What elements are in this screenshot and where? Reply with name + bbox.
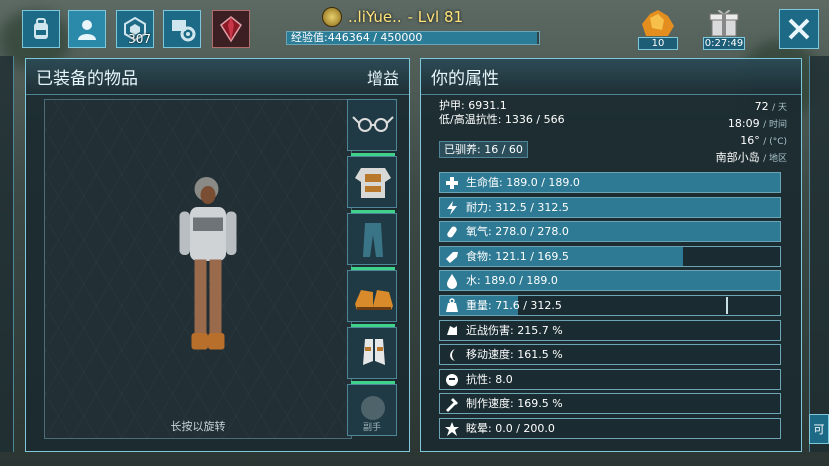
level-badge-icon bbox=[322, 7, 342, 27]
stat-row-weight[interactable]: 重量: 71.6 / 312.5 bbox=[439, 295, 781, 316]
close-icon bbox=[788, 18, 810, 40]
water-icon bbox=[447, 274, 457, 290]
attributes-title: 你的属性 bbox=[431, 69, 499, 89]
stat-row-crafting-speed[interactable]: 制作速度: 169.5 % bbox=[439, 393, 781, 415]
xp-bar: 经验值:446364 / 450000 bbox=[286, 31, 540, 45]
inventory-button[interactable] bbox=[22, 10, 60, 48]
buff-tab[interactable]: 增益 bbox=[367, 65, 399, 89]
tribe-button[interactable]: 307 bbox=[116, 10, 154, 48]
crafting-speed-icon bbox=[446, 398, 458, 413]
speed-icon bbox=[450, 349, 455, 362]
stat-text: 生命值: 189.0 / 189.0 bbox=[466, 176, 580, 189]
fortitude-icon bbox=[446, 373, 458, 386]
xp-text: 经验值:446364 / 450000 bbox=[291, 31, 423, 44]
equip-slot-head[interactable] bbox=[347, 99, 397, 156]
stat-row-oxygen[interactable]: 氧气: 278.0 / 278.0 bbox=[439, 221, 781, 243]
character-button[interactable] bbox=[68, 10, 106, 48]
stat-row-stamina[interactable]: 耐力: 312.5 / 312.5 bbox=[439, 196, 781, 218]
stat-row-melee[interactable]: 近战伤害: 215.7 % bbox=[439, 319, 781, 341]
gift-box-icon bbox=[709, 9, 739, 37]
character-icon bbox=[78, 20, 96, 40]
glasses-icon bbox=[352, 116, 394, 132]
top-bar: 307 ..liYue.. - Lvl 81 经验值:446364 / 4500… bbox=[0, 0, 829, 56]
equip-slot-legs[interactable] bbox=[347, 213, 397, 270]
stat-text: 抗性: 8.0 bbox=[466, 372, 513, 386]
time-value: 18:09 bbox=[727, 117, 760, 130]
crystal-button[interactable] bbox=[212, 10, 250, 48]
close-button[interactable] bbox=[779, 9, 819, 49]
region-value: 南部小岛 bbox=[715, 151, 760, 164]
day-unit: / 天 bbox=[772, 103, 787, 113]
equipment-title: 已装备的物品 bbox=[36, 69, 138, 89]
stat-text: 近战伤害: 215.7 % bbox=[466, 323, 563, 337]
boots-icon bbox=[355, 290, 393, 310]
stamina-icon bbox=[447, 200, 457, 215]
defense-stats: 护甲: 6931.1 低/高温抗性: 1336 / 566 bbox=[439, 99, 565, 127]
oxygen-icon bbox=[447, 226, 457, 238]
health-icon bbox=[446, 177, 458, 189]
chest-armor-icon bbox=[355, 168, 391, 198]
stat-row-water[interactable]: 水: 189.0 / 189.0 bbox=[439, 270, 781, 292]
equip-slot-offhand[interactable]: 副手 bbox=[347, 384, 397, 436]
stat-row-speed[interactable]: 移动速度: 161.5 % bbox=[439, 344, 781, 366]
rotate-hint: 长按以旋转 bbox=[170, 420, 226, 433]
stat-text: 重量: 71.6 / 312.5 bbox=[466, 299, 562, 312]
character-model-figure bbox=[179, 177, 237, 350]
leg-armor-icon bbox=[363, 223, 383, 257]
temperature-unit: / (°C) bbox=[763, 137, 787, 147]
stat-text: 眩晕: 0.0 / 200.0 bbox=[466, 422, 555, 435]
left-edge-panel bbox=[0, 56, 14, 452]
stat-row-fortitude[interactable]: 抗性: 8.0 bbox=[439, 368, 781, 390]
tribe-count: 307 bbox=[128, 32, 151, 46]
stat-text: 水: 189.0 / 189.0 bbox=[466, 274, 558, 288]
day-value: 72 bbox=[754, 100, 769, 113]
equip-slot-feet[interactable] bbox=[347, 270, 397, 327]
equip-slot-hands[interactable] bbox=[347, 327, 397, 384]
side-tab[interactable]: 可 bbox=[809, 414, 829, 444]
right-edge-panel bbox=[809, 56, 829, 452]
stat-text: 移动速度: 161.5 % bbox=[466, 348, 563, 362]
offhand-label: 副手 bbox=[362, 423, 381, 433]
tamed-count: 已驯养: 16 / 60 bbox=[439, 141, 528, 158]
weight-icon bbox=[446, 298, 458, 312]
player-level: - Lvl 81 bbox=[407, 8, 464, 26]
inventory-backpack-icon bbox=[34, 18, 48, 39]
weight-limit-tick bbox=[725, 297, 728, 314]
attributes-header: 你的属性 bbox=[421, 59, 801, 95]
temperature-resist: 低/高温抗性: 1336 / 566 bbox=[439, 113, 565, 126]
stat-text: 耐力: 312.5 / 312.5 bbox=[466, 200, 569, 214]
gift-timer-text: 0:27:49 bbox=[703, 37, 745, 50]
stat-row-health[interactable]: 生命值: 189.0 / 189.0 bbox=[439, 172, 781, 193]
gloves-icon bbox=[363, 339, 385, 365]
stat-text: 食物: 121.1 / 169.5 bbox=[466, 249, 569, 263]
element-count: 10 bbox=[638, 37, 678, 50]
armor-value: 护甲: 6931.1 bbox=[439, 99, 507, 112]
crafting-button[interactable] bbox=[163, 10, 201, 48]
gift-timer[interactable]: 0:27:49 bbox=[703, 6, 745, 50]
stat-row-food[interactable]: 食物: 121.1 / 169.5 bbox=[439, 245, 781, 267]
food-icon bbox=[446, 251, 458, 263]
crystal-icon bbox=[220, 16, 242, 43]
attributes-panel: 你的属性 护甲: 6931.1 低/高温抗性: 1336 / 566 72 / … bbox=[420, 58, 802, 452]
time-unit: / 时间 bbox=[763, 120, 787, 130]
crafting-icon bbox=[172, 20, 196, 42]
stat-text: 制作速度: 169.5 % bbox=[466, 397, 563, 411]
stat-row-torpor[interactable]: 眩晕: 0.0 / 200.0 bbox=[439, 418, 781, 439]
torpor-icon bbox=[445, 422, 459, 436]
region-unit: / 地区 bbox=[763, 154, 787, 164]
world-info: 72 / 天 18:09 / 时间 16° / (°C) 南部小岛 / 地区 bbox=[716, 99, 787, 167]
temperature-value: 16° bbox=[740, 134, 760, 147]
stat-text: 氧气: 278.0 / 278.0 bbox=[466, 225, 569, 239]
equipment-panel: 已装备的物品 增益 长按以旋转 副手 bbox=[25, 58, 410, 452]
character-model-viewer[interactable]: 长按以旋转 bbox=[44, 99, 352, 439]
player-name: ..liYue.. - Lvl 81 bbox=[322, 6, 463, 28]
element-resource[interactable]: 10 bbox=[638, 6, 678, 50]
player-name-text: ..liYue.. bbox=[348, 8, 402, 26]
equip-slot-chest[interactable] bbox=[347, 156, 397, 213]
melee-icon bbox=[447, 325, 457, 335]
equipment-header: 已装备的物品 增益 bbox=[26, 59, 409, 95]
element-ore-icon bbox=[642, 10, 674, 36]
